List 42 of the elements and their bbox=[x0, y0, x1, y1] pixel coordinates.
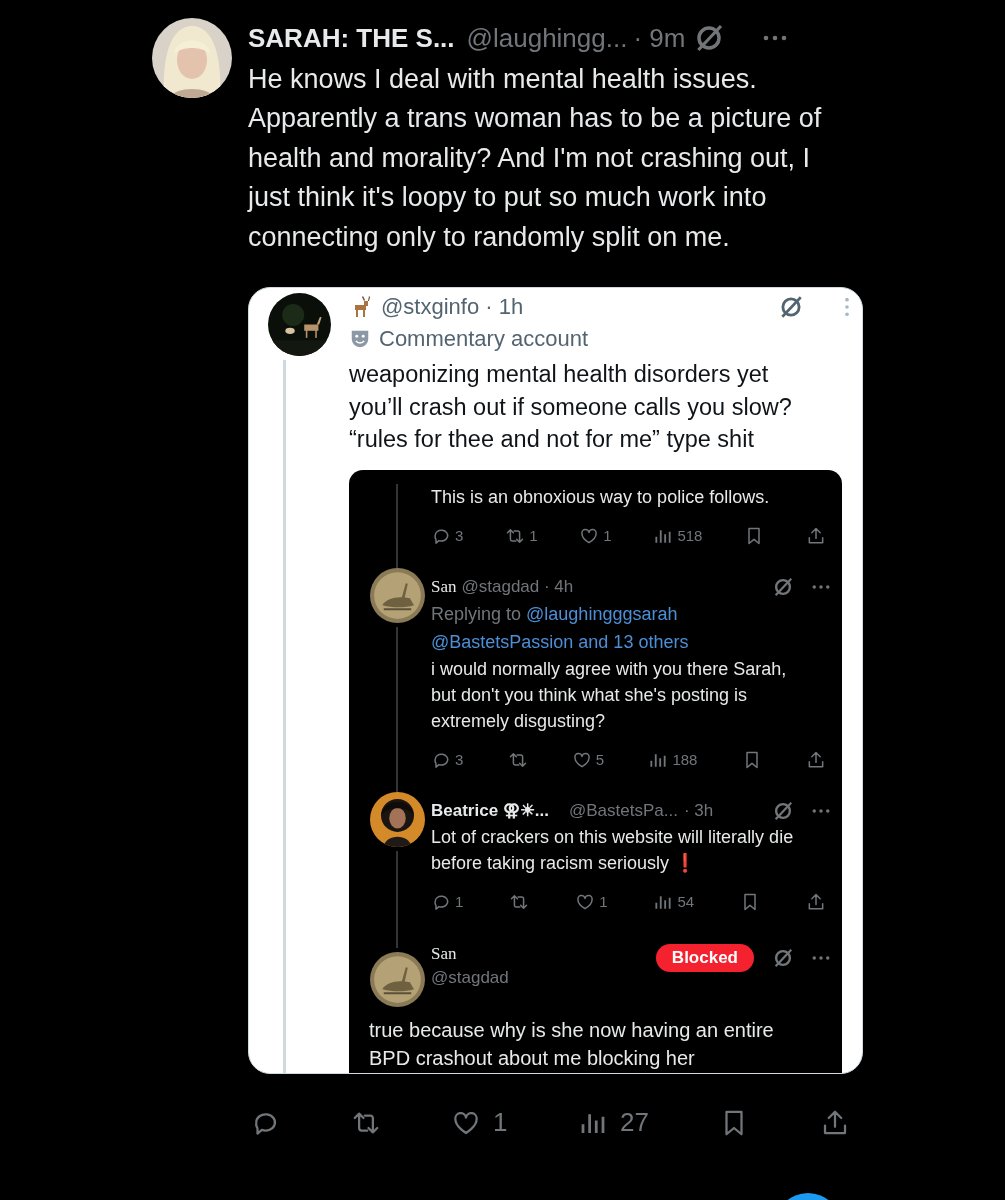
action-count: 1 bbox=[599, 893, 608, 911]
action-count: 188 bbox=[672, 751, 698, 769]
author-handle[interactable]: @laughingg... bbox=[466, 22, 628, 54]
replying-label: Replying to bbox=[431, 603, 522, 624]
user-name[interactable]: San bbox=[431, 941, 504, 966]
post-text: He knows I deal with mental health issues. Apparently a trans woman has to be a picture of health and morality? And I'm not crashing out, I just think it's loopy to put so much work into connecting only to randomly split on me. bbox=[248, 63, 823, 254]
user-handle[interactable]: @BastetsPa... bbox=[569, 800, 678, 821]
author-name[interactable]: SARAH: THE S... bbox=[248, 22, 455, 54]
slashed-circle-icon[interactable] bbox=[772, 799, 794, 822]
account-label: Commentary account bbox=[379, 326, 589, 353]
account-handle[interactable]: @stxginfo · 1h bbox=[381, 294, 524, 321]
user-handle[interactable]: @stagdad · 4h bbox=[461, 576, 574, 597]
user-handle[interactable]: @stagdad bbox=[431, 965, 509, 990]
mention-link[interactable]: @BastetsPassion and 13 others bbox=[431, 627, 689, 656]
reply-text: This is an obnoxious way to police follows. bbox=[431, 485, 771, 509]
user-name[interactable]: San bbox=[431, 576, 457, 597]
post-time: · 3h bbox=[683, 800, 714, 821]
action-count: 518 bbox=[677, 527, 703, 545]
action-count: 5 bbox=[595, 751, 605, 769]
action-count: 3 bbox=[455, 751, 464, 769]
more-icon[interactable] bbox=[812, 954, 830, 961]
reply-text: i would normally agree with you there Sarah, but don't you think what she's posting is extremely disgusting? bbox=[431, 657, 788, 733]
action-count: 1 bbox=[493, 1107, 508, 1139]
post-time: · 9m bbox=[633, 22, 686, 54]
action-count: 3 bbox=[455, 527, 464, 545]
user-name[interactable]: Beatrice ⚢☀... bbox=[431, 800, 549, 822]
reply-text: true because why is she now having an entire BPD crashout about me blocking her bbox=[369, 1017, 775, 1071]
slashed-circle-icon[interactable] bbox=[772, 946, 794, 969]
more-icon[interactable] bbox=[763, 34, 788, 42]
action-count: 1 bbox=[455, 893, 464, 911]
action-count: 54 bbox=[677, 893, 695, 911]
more-icon[interactable] bbox=[812, 583, 830, 590]
quote-text: weaponizing mental health disorders yet you’ll crash out if someone calls you slow? “rules for thee and not for me” type shit bbox=[349, 360, 793, 455]
action-count: 1 bbox=[529, 527, 538, 545]
action-count: 1 bbox=[603, 527, 612, 545]
blocked-button[interactable]: Blocked bbox=[655, 943, 754, 972]
more-icon[interactable] bbox=[812, 807, 830, 814]
slashed-circle-icon[interactable] bbox=[772, 575, 794, 598]
action-count: 27 bbox=[620, 1107, 649, 1139]
reply-text: Lot of crackers on this website will literally die before taking racism seriously ❗ bbox=[431, 825, 795, 875]
mention-link[interactable]: @laughingggsarah bbox=[526, 599, 678, 628]
share-icon[interactable] bbox=[806, 891, 826, 912]
